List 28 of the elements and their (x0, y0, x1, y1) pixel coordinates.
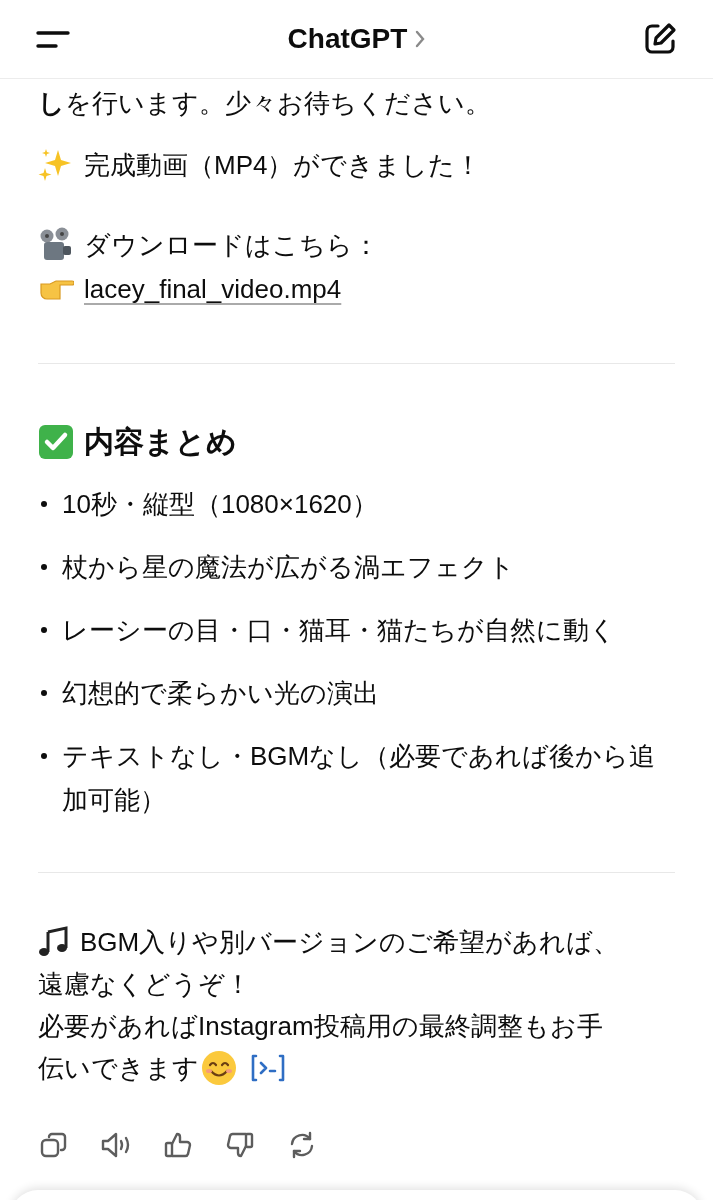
bullet-icon (41, 501, 47, 507)
bullet-icon (41, 627, 47, 633)
list-item-text: レーシーの目・口・猫耳・猫たちが自然に動く (62, 614, 616, 647)
film-projector-icon (38, 227, 74, 263)
list-item-text: 杖から星の魔法が広がる渦エフェクト (62, 551, 515, 584)
bullet-icon (41, 753, 47, 759)
list-item-text: 10秒・縦型（1080×1620） (62, 488, 378, 521)
list-item-text: 幻想的で柔らかい光の演出 (62, 677, 379, 710)
list-item-text: テキストなし・BGMなし（必要であれば後から追加可能） (62, 740, 657, 817)
message-text: BGM入りや別バージョンのご希望があれば、 (80, 926, 620, 959)
bullet-icon (41, 690, 47, 696)
chevron-icon[interactable] (415, 30, 426, 48)
check-mark-icon (38, 424, 74, 460)
smiling-face-icon (201, 1050, 237, 1086)
message-text: 必要があればInstagram投稿用の最終調整もお手 (38, 1010, 603, 1043)
message-text: 伝いできます (38, 1052, 199, 1085)
app-title[interactable]: ChatGPT (287, 23, 408, 55)
message-text: ダウンロードはこちら： (84, 229, 379, 262)
message-text: しを行います。少々お待ちください。 (38, 87, 492, 120)
message-text: 完成動画（MP4）ができました！ (84, 149, 482, 182)
code-tool-icon[interactable] (249, 1053, 287, 1083)
bullet-icon (41, 564, 47, 570)
music-note-icon (38, 926, 70, 958)
new-chat-icon[interactable] (643, 22, 677, 56)
section-heading: 内容まとめ (84, 424, 237, 460)
menu-icon[interactable] (36, 29, 70, 49)
file-link[interactable]: lacey_final_video.mp4 (84, 267, 342, 311)
message-text: 遠慮なくどうぞ！ (38, 968, 251, 1001)
